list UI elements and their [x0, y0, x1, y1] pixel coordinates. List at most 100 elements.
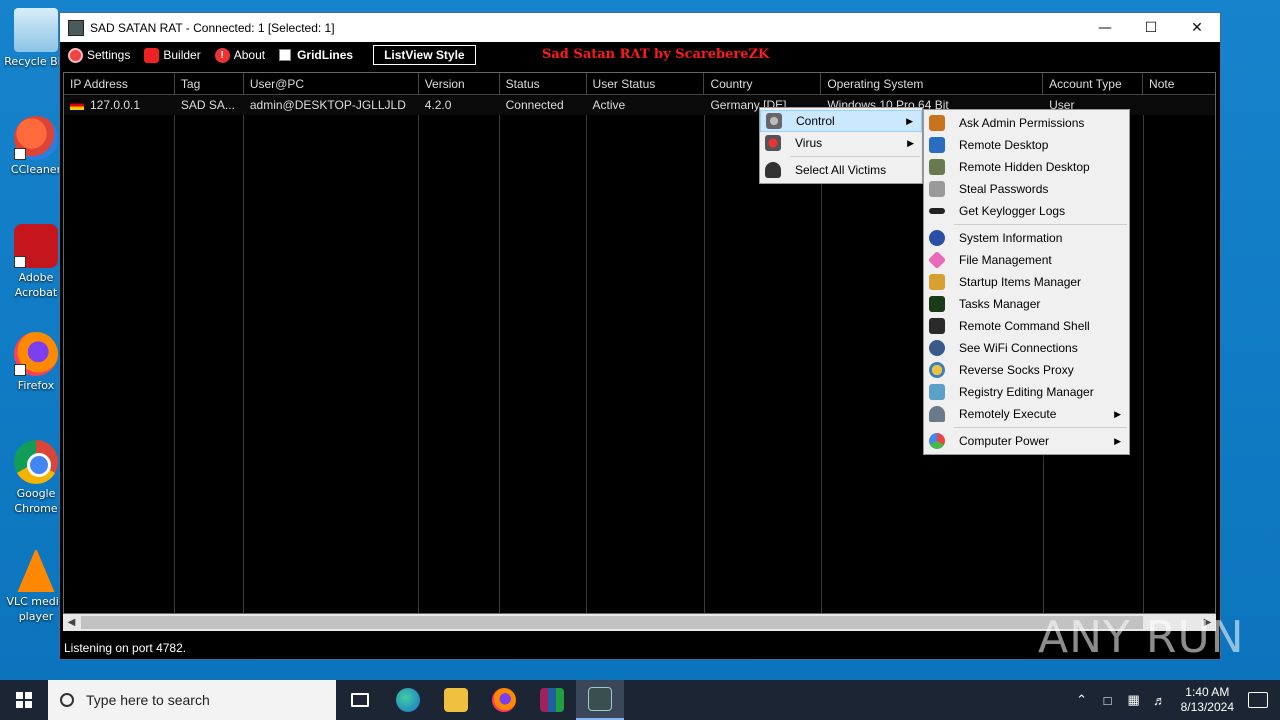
menu-item-tasks-manager[interactable]: Tasks Manager	[924, 293, 1129, 315]
listview-style-button[interactable]: ListView Style	[373, 45, 476, 65]
builder-icon	[144, 47, 160, 63]
menu-item-registry[interactable]: Registry Editing Manager	[924, 381, 1129, 403]
menu-item-label: Tasks Manager	[959, 297, 1041, 311]
menu-item-label: Control	[796, 114, 835, 128]
gear-icon	[766, 113, 782, 129]
menu-item-system-info[interactable]: System Information	[924, 227, 1129, 249]
edge-icon	[396, 688, 420, 712]
taskbar-explorer[interactable]	[432, 680, 480, 720]
builder-button[interactable]: Builder	[144, 47, 201, 63]
submenu-arrow-icon: ▶	[1114, 408, 1121, 419]
col-os[interactable]: Operating System	[821, 73, 1044, 94]
col-account-type[interactable]: Account Type	[1043, 73, 1144, 94]
checkbox-icon	[279, 49, 292, 61]
column-divider	[1143, 95, 1144, 613]
taskbar-winrar[interactable]	[528, 680, 576, 720]
scroll-thumb[interactable]	[81, 616, 1143, 629]
menu-item-label: Remote Hidden Desktop	[959, 160, 1090, 174]
column-divider	[174, 95, 175, 613]
menu-item-remote-desktop[interactable]: Remote Desktop	[924, 134, 1129, 156]
settings-button[interactable]: Settings	[68, 47, 131, 63]
menu-item-startup-items[interactable]: Startup Items Manager	[924, 271, 1129, 293]
menu-item-remotely-execute[interactable]: Remotely Execute ▶	[924, 403, 1129, 425]
taskbar: Type here to search ⌃ □ ▦ ♬ 1:40 AM 8/13…	[0, 680, 1280, 720]
title-bar[interactable]: SAD SATAN RAT - Connected: 1 [Selected: …	[60, 13, 1220, 42]
taskbar-sad-satan-rat[interactable]	[576, 680, 624, 720]
task-view-icon	[351, 693, 369, 707]
taskbar-firefox[interactable]	[480, 680, 528, 720]
submenu-arrow-icon: ▶	[906, 115, 913, 126]
power-icon	[929, 433, 945, 449]
search-placeholder: Type here to search	[86, 692, 210, 708]
menu-item-ask-admin[interactable]: Ask Admin Permissions	[924, 112, 1129, 134]
chevron-up-icon[interactable]: ⌃	[1074, 692, 1090, 708]
proxy-icon	[929, 362, 945, 378]
about-button[interactable]: ! About	[214, 47, 265, 63]
menu-item-label: Select All Victims	[795, 163, 887, 177]
virus-icon	[765, 135, 781, 151]
ccleaner-icon	[14, 116, 58, 160]
menu-item-steal-passwords[interactable]: Steal Passwords	[924, 178, 1129, 200]
col-user-pc[interactable]: User@PC	[244, 73, 419, 94]
column-divider	[418, 95, 419, 613]
menu-item-label: Steal Passwords	[959, 182, 1049, 196]
menu-item-keylogger[interactable]: Get Keylogger Logs	[924, 200, 1129, 222]
search-icon	[60, 693, 74, 707]
notification-icon[interactable]	[1248, 692, 1268, 708]
task-view-button[interactable]	[336, 680, 384, 720]
menu-item-control[interactable]: Control ▶	[760, 110, 922, 132]
col-user-status[interactable]: User Status	[587, 73, 705, 94]
menu-item-label: Registry Editing Manager	[959, 385, 1094, 399]
gridlines-checkbox[interactable]: GridLines	[279, 48, 353, 62]
wifi-icon	[929, 340, 945, 356]
start-button[interactable]	[0, 680, 48, 720]
cell-user-status: Active	[592, 98, 626, 112]
germany-flag-icon	[70, 100, 84, 110]
menu-item-select-all[interactable]: Select All Victims	[760, 159, 922, 181]
menu-item-wifi[interactable]: See WiFi Connections	[924, 337, 1129, 359]
maximize-button[interactable]: ☐	[1128, 13, 1174, 42]
taskbar-edge[interactable]	[384, 680, 432, 720]
cell-status: Connected	[505, 98, 564, 112]
hat-icon	[765, 162, 781, 178]
terminal-icon	[929, 318, 945, 334]
col-status[interactable]: Status	[500, 73, 587, 94]
menu-item-label: Get Keylogger Logs	[959, 204, 1066, 218]
submenu-arrow-icon: ▶	[1114, 435, 1121, 446]
minimize-button[interactable]: —	[1082, 13, 1128, 42]
list-header: IP Address Tag User@PC Version Status Us…	[64, 73, 1215, 95]
close-button[interactable]: ✕	[1174, 13, 1220, 42]
menu-item-label: Remote Desktop	[959, 138, 1049, 152]
scroll-left-icon[interactable]: ◀	[63, 617, 80, 628]
col-ip[interactable]: IP Address	[64, 73, 175, 94]
menu-item-remote-hidden-desktop[interactable]: Remote Hidden Desktop	[924, 156, 1129, 178]
task-icon	[929, 296, 945, 312]
menu-item-file-management[interactable]: File Management	[924, 249, 1129, 271]
network-icon[interactable]: ▦	[1126, 692, 1142, 708]
watermark: ANY RUN	[1038, 612, 1245, 663]
menu-item-socks-proxy[interactable]: Reverse Socks Proxy	[924, 359, 1129, 381]
col-note[interactable]: Note	[1143, 73, 1215, 94]
menu-item-computer-power[interactable]: Computer Power ▶	[924, 430, 1129, 452]
info-icon: !	[214, 47, 230, 63]
menu-separator	[790, 156, 920, 157]
settings-label: Settings	[87, 48, 131, 62]
execute-icon	[929, 406, 945, 422]
vlc-icon	[17, 548, 55, 592]
winrar-icon	[540, 688, 564, 712]
menu-item-virus[interactable]: Virus ▶	[760, 132, 922, 154]
col-tag[interactable]: Tag	[175, 73, 244, 94]
menu-item-label: Ask Admin Permissions	[959, 116, 1085, 130]
acrobat-icon	[14, 224, 58, 268]
menu-item-label: File Management	[959, 253, 1052, 267]
info-globe-icon	[929, 230, 945, 246]
device-icon[interactable]: □	[1100, 693, 1116, 708]
col-country[interactable]: Country	[704, 73, 822, 94]
menu-item-command-shell[interactable]: Remote Command Shell	[924, 315, 1129, 337]
search-box[interactable]: Type here to search	[48, 680, 336, 720]
volume-icon[interactable]: ♬	[1152, 693, 1168, 708]
col-version[interactable]: Version	[419, 73, 500, 94]
settings-icon	[68, 47, 83, 63]
clock[interactable]: 1:40 AM 8/13/2024	[1181, 685, 1234, 715]
system-tray: ⌃ □ ▦ ♬ 1:40 AM 8/13/2024	[1069, 680, 1280, 720]
